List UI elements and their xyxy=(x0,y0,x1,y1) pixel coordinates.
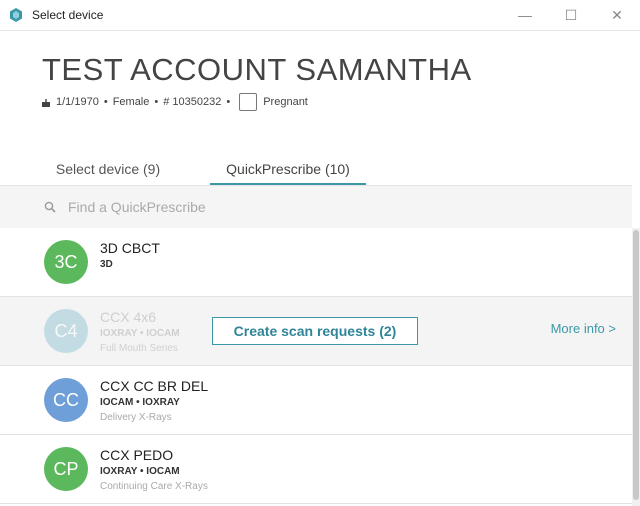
maximize-button[interactable]: ☐ xyxy=(548,0,594,30)
create-scan-requests-button[interactable]: Create scan requests (2) xyxy=(212,317,418,345)
search-bar xyxy=(0,185,632,229)
avatar: 3C xyxy=(44,240,88,284)
search-input[interactable] xyxy=(66,198,470,216)
item-title: CCX CC BR DEL xyxy=(100,378,209,394)
minimize-button[interactable]: — xyxy=(502,0,548,30)
avatar: CC xyxy=(44,378,88,422)
separator: • xyxy=(154,96,159,108)
cake-icon xyxy=(42,98,50,107)
list-item-ccx-pedo[interactable]: CP CCX PEDO IOXRAY • IOCAM Continuing Ca… xyxy=(0,435,632,504)
more-info-link[interactable]: More info > xyxy=(551,321,616,336)
pregnant-checkbox[interactable] xyxy=(239,93,258,111)
item-title: CCX PEDO xyxy=(100,447,174,463)
avatar: CP xyxy=(44,447,88,491)
item-subtitle: IOXRAY • IOCAM xyxy=(100,328,180,339)
item-title: 3D CBCT xyxy=(100,240,160,256)
item-description: Delivery X-Rays xyxy=(100,412,172,423)
tab-select-device[interactable]: Select device (9) xyxy=(40,154,176,184)
list-item-ccx-4x6[interactable]: C4 CCX 4x6 IOXRAY • IOCAM Full Mouth Ser… xyxy=(0,297,632,366)
patient-name: TEST ACCOUNT SAMANTHA xyxy=(42,52,472,87)
item-subtitle: IOXRAY • IOCAM xyxy=(100,466,180,477)
avatar: C4 xyxy=(44,309,88,353)
patient-id: # 10350232 xyxy=(163,96,222,108)
list-item-3d-cbct[interactable]: 3C 3D CBCT 3D xyxy=(0,228,632,297)
separator: • xyxy=(226,96,231,108)
list-scrollbar[interactable] xyxy=(632,228,640,506)
patient-dob: 1/1/1970 xyxy=(56,96,99,108)
quickprescribe-list: 3C 3D CBCT 3D C4 CCX 4x6 IOXRAY • IOCAM … xyxy=(0,228,632,506)
tab-quickprescribe[interactable]: QuickPrescribe (10) xyxy=(210,154,366,185)
title-bar: Select device — ☐ ✕ xyxy=(0,0,640,31)
item-subtitle: IOCAM • IOXRAY xyxy=(100,397,180,408)
list-item-ccx-cc-br-del[interactable]: CC CCX CC BR DEL IOCAM • IOXRAY Delivery… xyxy=(0,366,632,435)
patient-meta: 1/1/1970 • Female • # 10350232 • Pregnan… xyxy=(42,92,308,112)
separator: • xyxy=(103,96,108,108)
search-icon xyxy=(44,200,58,214)
item-description: Full Mouth Series xyxy=(100,343,178,354)
scrollbar-thumb[interactable] xyxy=(633,230,639,500)
item-description: Continuing Care X-Rays xyxy=(100,481,208,492)
item-subtitle: 3D xyxy=(100,259,113,270)
app-icon xyxy=(8,7,24,23)
pregnant-label: Pregnant xyxy=(263,96,308,108)
close-button[interactable]: ✕ xyxy=(594,0,640,30)
patient-gender: Female xyxy=(112,96,150,108)
item-title: CCX 4x6 xyxy=(100,309,157,325)
window-title: Select device xyxy=(32,8,104,22)
